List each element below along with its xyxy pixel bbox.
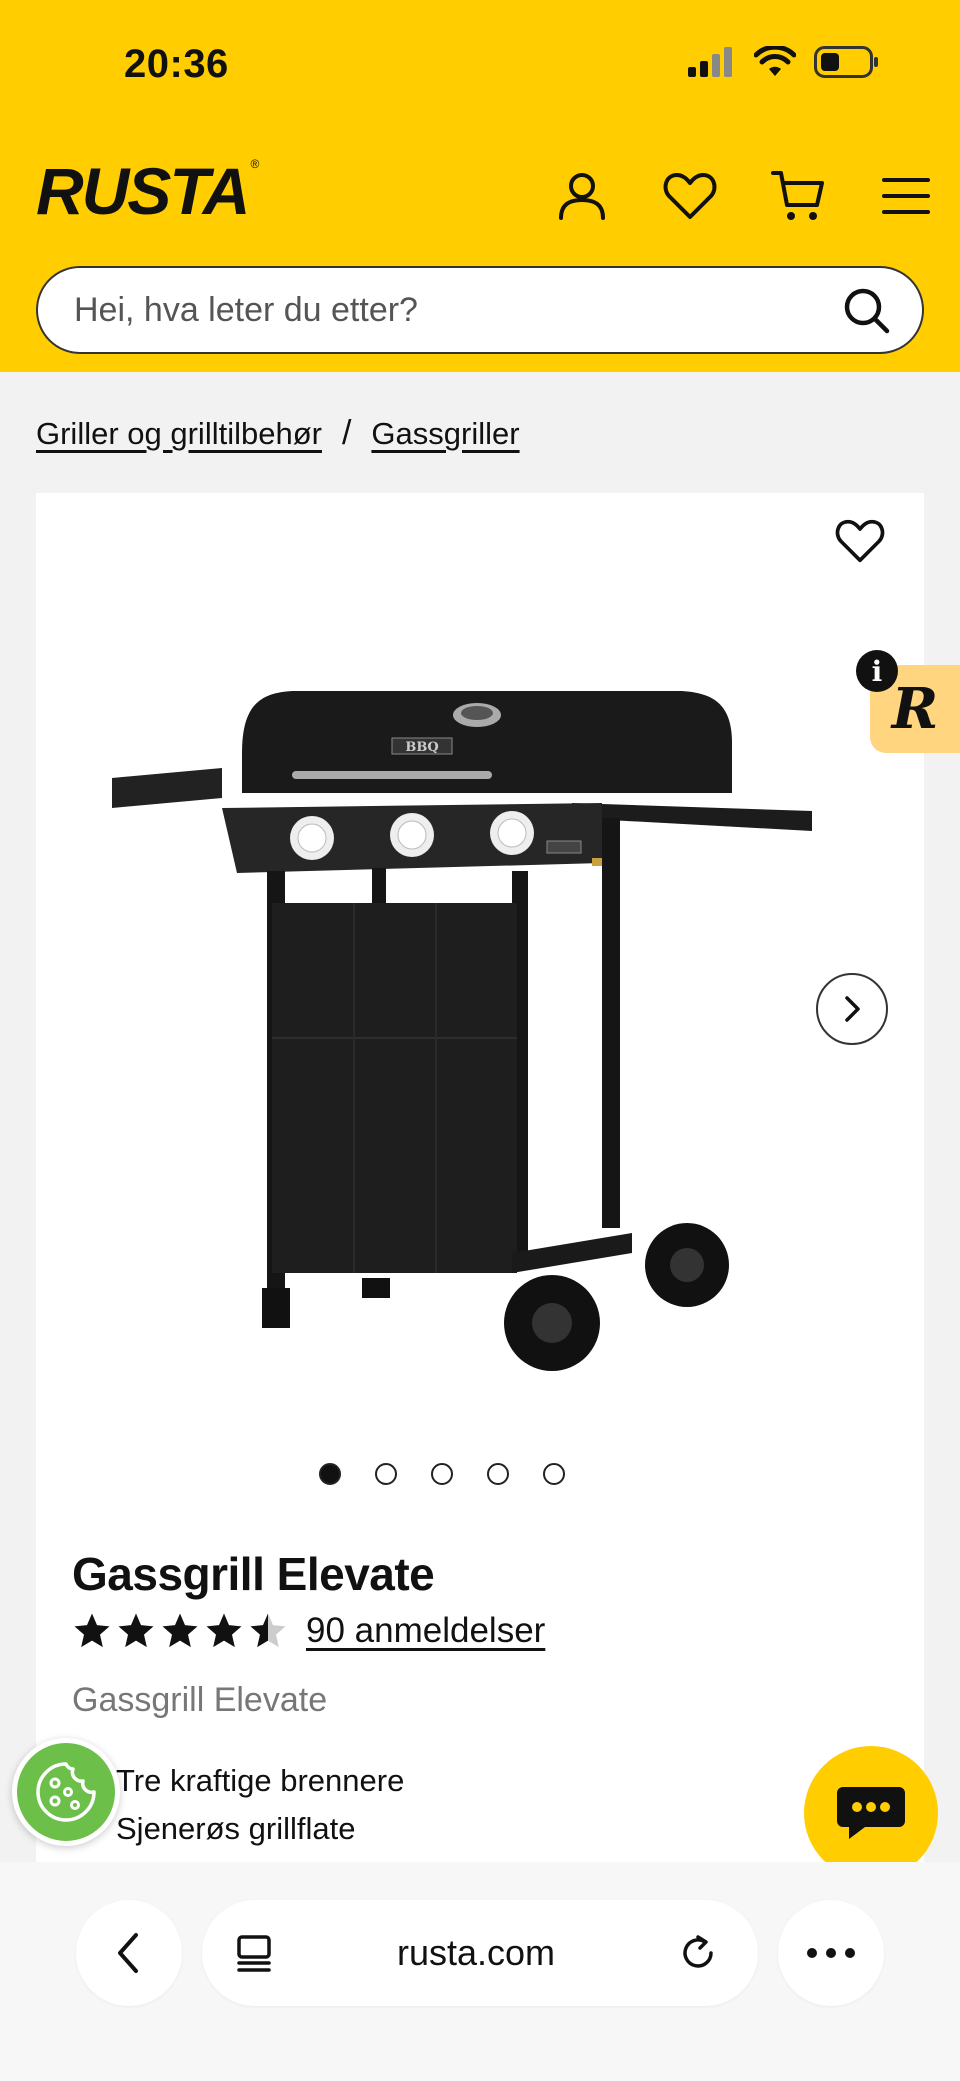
next-image-button[interactable]	[816, 973, 888, 1045]
list-item: Tre kraftige brennere	[72, 1757, 404, 1805]
chevron-left-icon	[118, 1933, 138, 1973]
gas-grill-image: BBQ	[112, 691, 812, 1371]
reload-icon[interactable]	[678, 1933, 718, 1973]
breadcrumb-link-grills[interactable]: Griller og grilltilbehør	[36, 416, 322, 452]
browser-more-button[interactable]	[778, 1900, 884, 2006]
browser-back-button[interactable]	[76, 1900, 182, 2006]
search-input[interactable]	[74, 290, 838, 330]
favorite-button[interactable]	[830, 511, 890, 571]
pagination-dot[interactable]	[375, 1463, 397, 1485]
pagination-dot[interactable]	[431, 1463, 453, 1485]
cart-button[interactable]	[770, 168, 826, 224]
product-title: Gassgrill Elevate	[72, 1548, 435, 1600]
wishlist-button[interactable]	[662, 168, 718, 224]
half-star-icon	[250, 1613, 286, 1648]
star-icon	[118, 1613, 154, 1648]
reviews-link[interactable]: 90 anmeldelser	[306, 1611, 545, 1651]
rusta-logo[interactable]: RUSTA ®	[36, 158, 259, 224]
star-icon	[206, 1613, 242, 1648]
product-image[interactable]: BBQ	[92, 603, 912, 1423]
header-icons	[554, 168, 934, 224]
cookie-settings-button[interactable]	[12, 1738, 120, 1846]
breadcrumb-link-gas-grills[interactable]: Gassgriller	[371, 416, 519, 452]
chevron-right-icon	[845, 996, 860, 1022]
list-item: Sjenerøs grillflate	[72, 1805, 404, 1853]
browser-toolbar: rusta.com	[0, 1862, 960, 2081]
star-rating	[72, 1611, 288, 1651]
breadcrumb: Griller og grilltilbehør / Gassgriller	[36, 414, 520, 453]
chat-icon	[837, 1787, 905, 1839]
r-badge-letter: R	[891, 676, 939, 742]
info-icon[interactable]: i	[856, 650, 898, 692]
account-icon	[559, 173, 605, 220]
star-icon	[162, 1613, 198, 1648]
pagination-dot[interactable]	[319, 1463, 341, 1485]
cookie-icon	[36, 1762, 96, 1822]
wifi-icon	[754, 46, 796, 76]
more-icon	[807, 1948, 855, 1958]
heart-icon	[663, 173, 717, 219]
star-icon	[74, 1613, 110, 1648]
header: 20:36 RUSTA ®	[0, 0, 960, 372]
status-icons	[688, 46, 880, 78]
menu-button[interactable]	[878, 168, 934, 224]
product-rating: 90 anmeldelser	[72, 1611, 545, 1651]
product-subtitle: Gassgrill Elevate	[72, 1681, 328, 1719]
heart-icon	[835, 519, 885, 563]
menu-icon	[882, 178, 930, 214]
search-icon	[844, 288, 890, 334]
url-text: rusta.com	[396, 1932, 556, 1973]
feature-list: Tre kraftige brennere Sjenerøs grillflat…	[72, 1757, 404, 1853]
search-button[interactable]	[838, 282, 894, 338]
chat-button[interactable]	[804, 1746, 938, 1880]
pagination-dot[interactable]	[543, 1463, 565, 1485]
status-time: 20:36	[124, 42, 229, 86]
cart-icon	[771, 171, 824, 220]
signal-icon	[688, 47, 732, 77]
address-bar[interactable]: rusta.com	[202, 1900, 758, 2006]
battery-icon	[814, 46, 878, 78]
reader-icon[interactable]	[234, 1933, 274, 1973]
grill-brand-label: BBQ	[405, 740, 438, 755]
breadcrumb-separator: /	[341, 414, 352, 452]
pagination-dot[interactable]	[487, 1463, 509, 1485]
image-pagination	[0, 1463, 886, 1485]
product-card: BBQ Gassgrill Elevate 90 anmeldelser Gas…	[36, 493, 924, 1893]
account-button[interactable]	[554, 168, 610, 224]
search-bar	[36, 266, 924, 354]
